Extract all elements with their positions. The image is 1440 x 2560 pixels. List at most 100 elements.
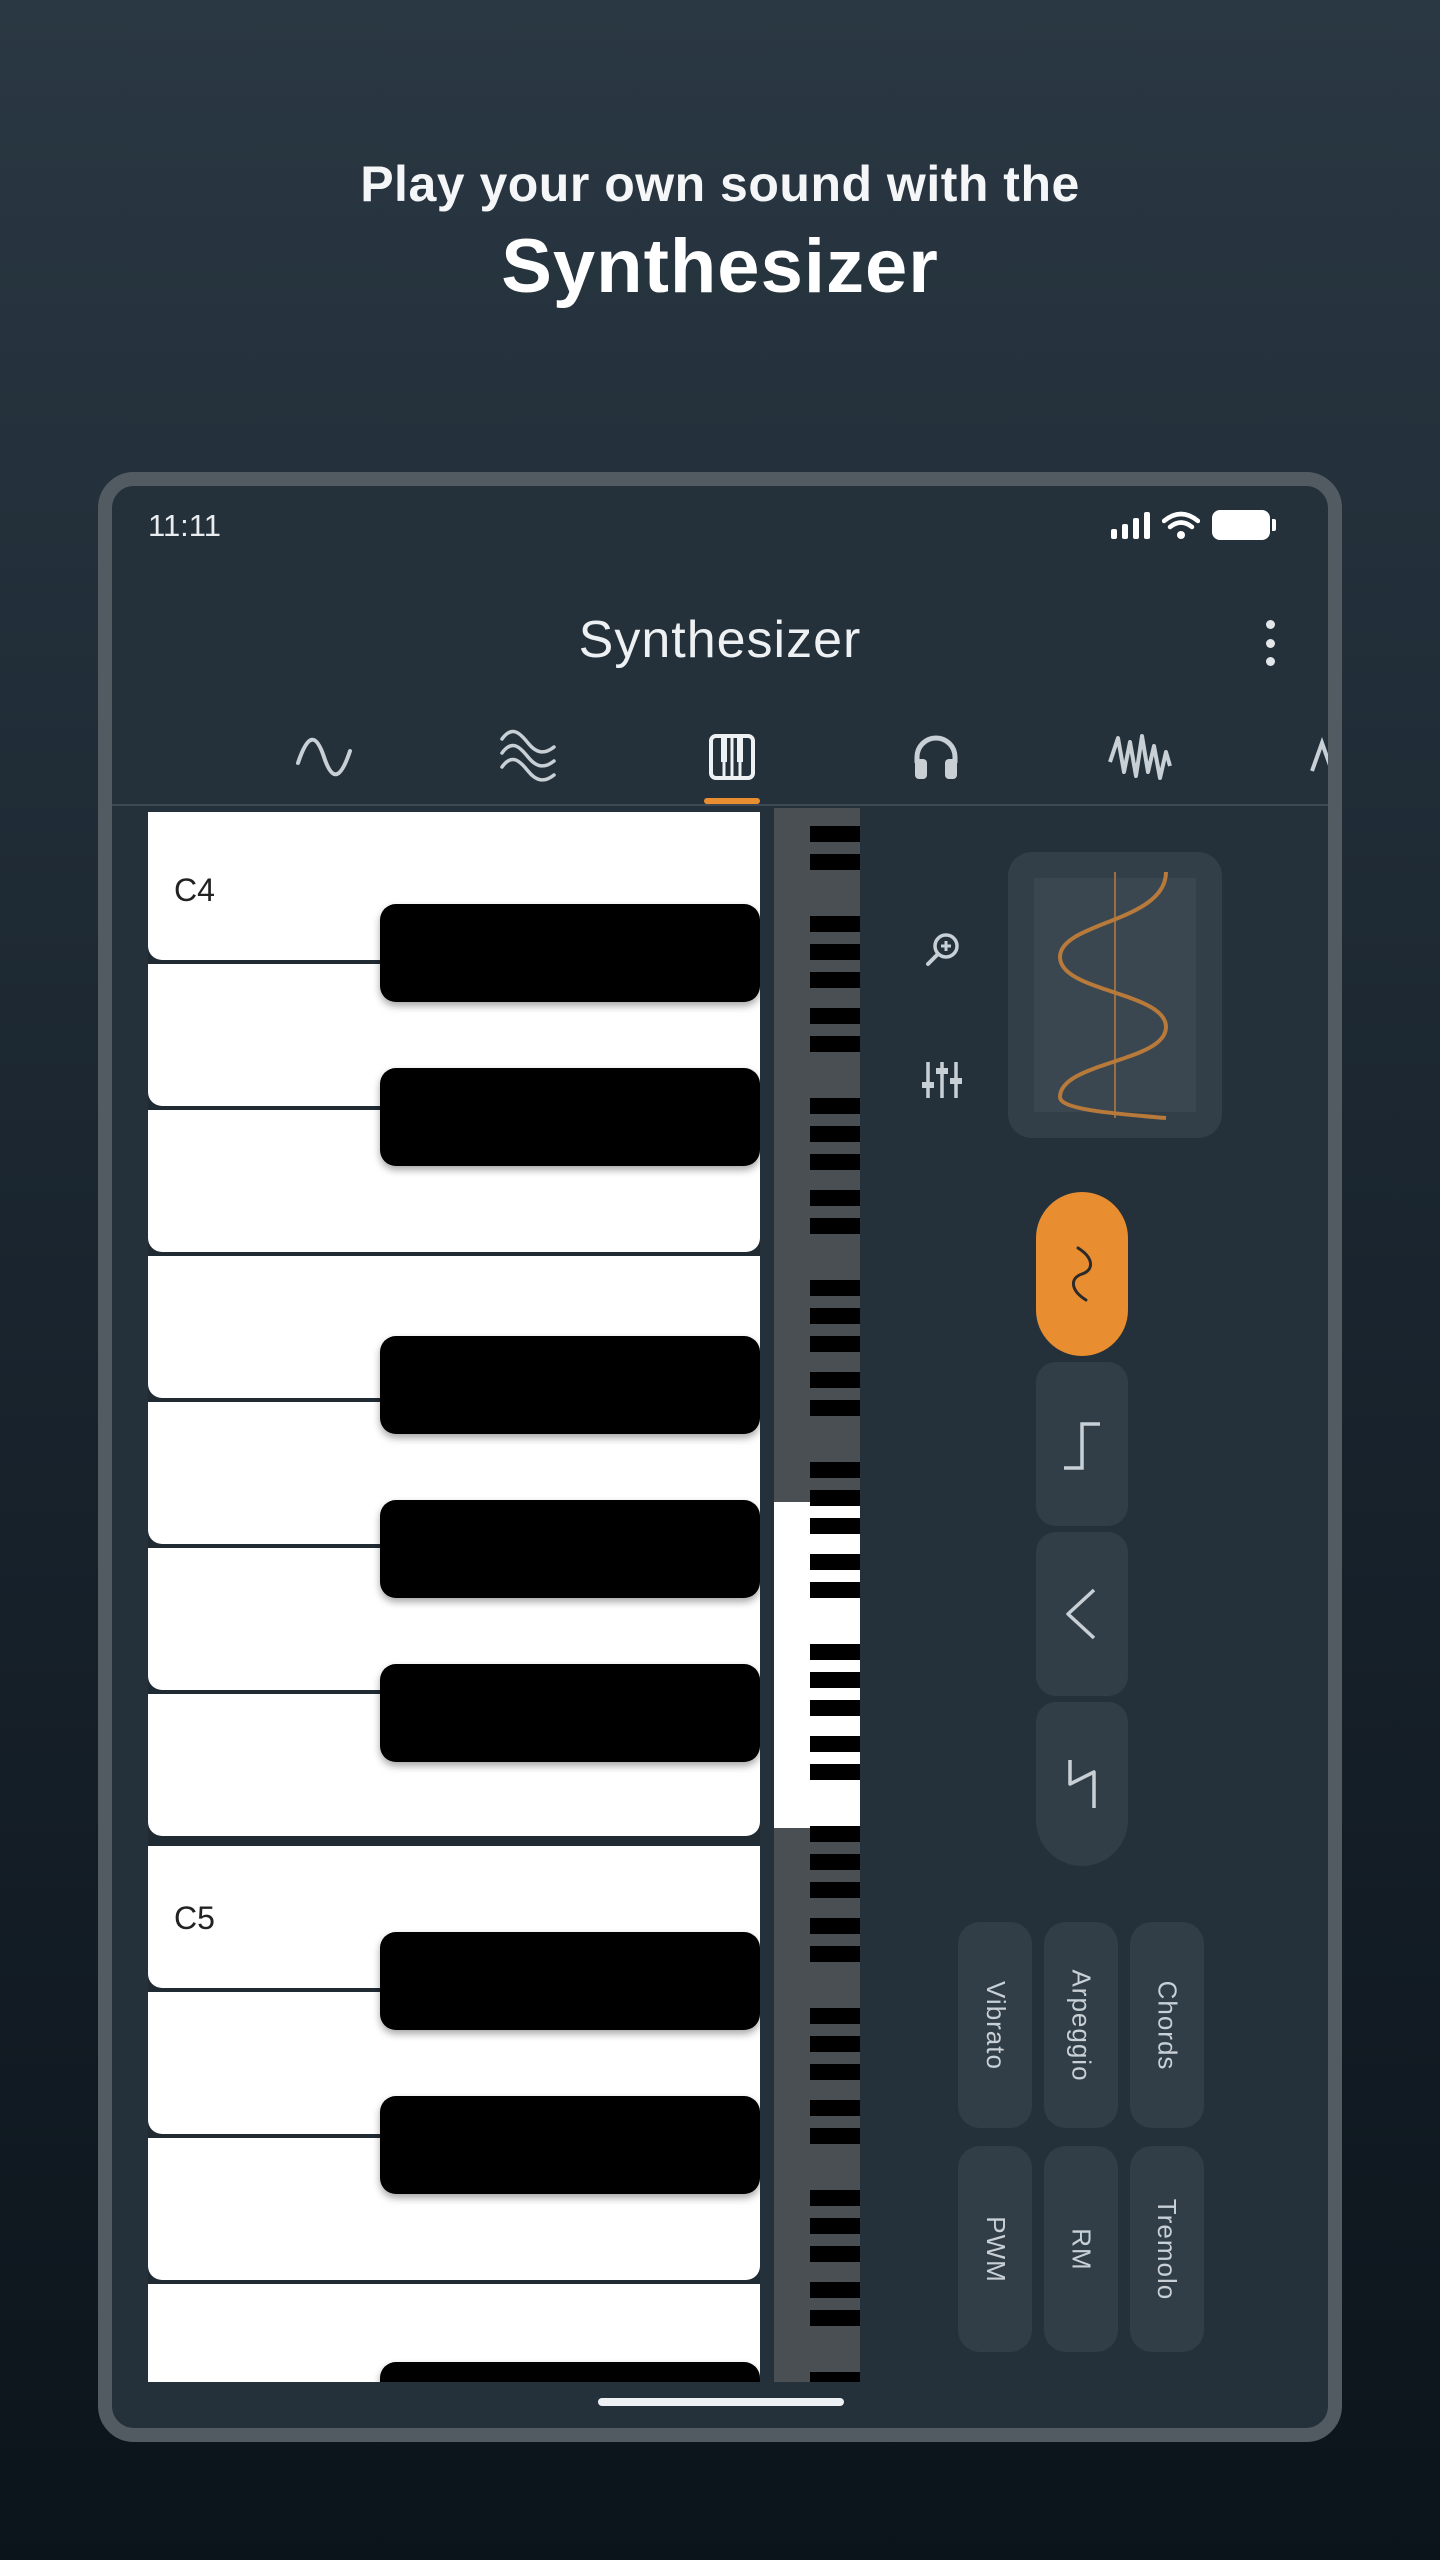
black-key[interactable] [380, 1068, 760, 1166]
triangle-wave-icon [1066, 1588, 1096, 1640]
overview-black-key [810, 1218, 860, 1234]
effect-pwm-button[interactable]: PWM [958, 2146, 1032, 2352]
effect-label: RM [1066, 2227, 1097, 2271]
piano-icon [709, 734, 755, 780]
home-indicator[interactable] [598, 2398, 844, 2406]
effect-label: Tremolo [1152, 2198, 1183, 2300]
tab-effects[interactable] [1100, 722, 1180, 792]
overview-black-key [810, 2008, 860, 2024]
tab-output[interactable] [896, 722, 976, 792]
overview-black-key [810, 854, 860, 870]
overview-black-key [810, 1554, 860, 1570]
keyboard-overview[interactable] [774, 808, 860, 2382]
sine-wave-icon [296, 737, 352, 777]
status-time: 11:11 [148, 508, 221, 543]
overview-black-key [810, 826, 860, 842]
overview-black-key [810, 1882, 860, 1898]
waveform-selector [1036, 1192, 1128, 1872]
overview-black-key [810, 1736, 860, 1752]
more-vert-icon[interactable] [1262, 620, 1278, 666]
overview-black-key [810, 2310, 860, 2326]
overview-black-key [810, 1400, 860, 1416]
overview-black-key [810, 2218, 860, 2234]
effect-vibrato-button[interactable]: Vibrato [958, 1922, 1032, 2128]
overview-black-key [810, 972, 860, 988]
black-key[interactable] [380, 1932, 760, 2030]
piano-keyboard[interactable]: C4 C5 [148, 812, 760, 2382]
headline-title: Synthesizer [501, 224, 939, 309]
tab-oscillator[interactable] [284, 722, 364, 792]
sliders-icon[interactable] [912, 1050, 972, 1110]
overview-black-key [810, 1190, 860, 1206]
tab-partial[interactable] [1308, 722, 1328, 792]
overview-black-key [810, 1098, 860, 1114]
effect-arpeggio-button[interactable]: Arpeggio [1044, 1922, 1118, 2128]
effect-chords-button[interactable]: Chords [1130, 1922, 1204, 2128]
black-key[interactable] [380, 2096, 760, 2194]
overview-black-key [810, 2282, 860, 2298]
overview-black-key [810, 1644, 860, 1660]
square-wave-icon [1064, 1422, 1100, 1470]
status-bar: 11:11 [112, 486, 1328, 566]
overview-black-key [810, 1154, 860, 1170]
overview-black-key [810, 1764, 860, 1780]
black-key[interactable] [380, 2362, 760, 2382]
headphones-icon [914, 735, 958, 779]
overview-black-key [810, 1462, 860, 1478]
effect-rm-button[interactable]: RM [1044, 2146, 1118, 2352]
overview-black-key [810, 2064, 860, 2080]
effect-label: Vibrato [980, 1980, 1011, 2070]
signal-icon [1111, 511, 1150, 539]
headline-subtitle: Play your own sound with the [360, 156, 1080, 212]
overview-black-key [810, 1700, 860, 1716]
tab-bar [112, 714, 1328, 806]
key-label-c5: C5 [174, 1900, 215, 1936]
overview-black-key [810, 1126, 860, 1142]
overview-black-key [810, 1826, 860, 1842]
overview-black-key [810, 2128, 860, 2144]
wifi-icon [1162, 511, 1200, 539]
partial-tab-icon [1310, 737, 1328, 772]
effect-label: PWM [980, 2215, 1011, 2283]
overview-black-key [810, 1372, 860, 1388]
sine-wave-icon [1072, 1246, 1092, 1302]
key-label-c4: C4 [174, 872, 215, 908]
tab-harmonics[interactable] [488, 722, 568, 792]
tab-piano[interactable] [692, 722, 772, 804]
app-bar: Synthesizer [112, 566, 1328, 706]
sawtooth-wave-icon [1068, 1760, 1096, 1808]
effect-tremolo-button[interactable]: Tremolo [1130, 2146, 1204, 2352]
app-title: Synthesizer [578, 611, 862, 669]
overview-black-key [810, 1336, 860, 1352]
waveform-icon [1108, 734, 1172, 780]
overview-black-key [810, 2190, 860, 2206]
headline: Play your own sound with the Synthesizer [0, 155, 1440, 310]
oscilloscope-preview [1008, 852, 1222, 1138]
overview-black-key [810, 2246, 860, 2262]
waveform-square-button[interactable] [1036, 1362, 1128, 1526]
waveform-preview-icon [1057, 871, 1169, 1120]
black-key[interactable] [380, 1664, 760, 1762]
status-icons [1111, 510, 1276, 540]
overview-black-key [810, 1672, 860, 1688]
tablet-frame: 11:11 Synthesizer C4 C5 Vibrato Arpeggio… [98, 472, 1342, 2442]
overview-black-key [810, 2036, 860, 2052]
black-key[interactable] [380, 1500, 760, 1598]
overview-black-key [810, 1008, 860, 1024]
overview-black-key [810, 1854, 860, 1870]
overview-black-key [810, 2372, 860, 2382]
waveform-sine-button[interactable] [1036, 1192, 1128, 1356]
overview-black-key [810, 1518, 860, 1534]
zoom-in-icon[interactable] [912, 922, 972, 982]
overview-black-key [810, 2100, 860, 2116]
overview-black-key [810, 916, 860, 932]
battery-icon [1212, 510, 1276, 540]
waveform-sawtooth-button[interactable] [1036, 1702, 1128, 1866]
multi-wave-icon [500, 729, 556, 782]
black-key[interactable] [380, 1336, 760, 1434]
waveform-triangle-button[interactable] [1036, 1532, 1128, 1696]
black-key[interactable] [380, 904, 760, 1002]
overview-black-key [810, 1036, 860, 1052]
overview-black-key [810, 1582, 860, 1598]
overview-black-key [810, 1490, 860, 1506]
